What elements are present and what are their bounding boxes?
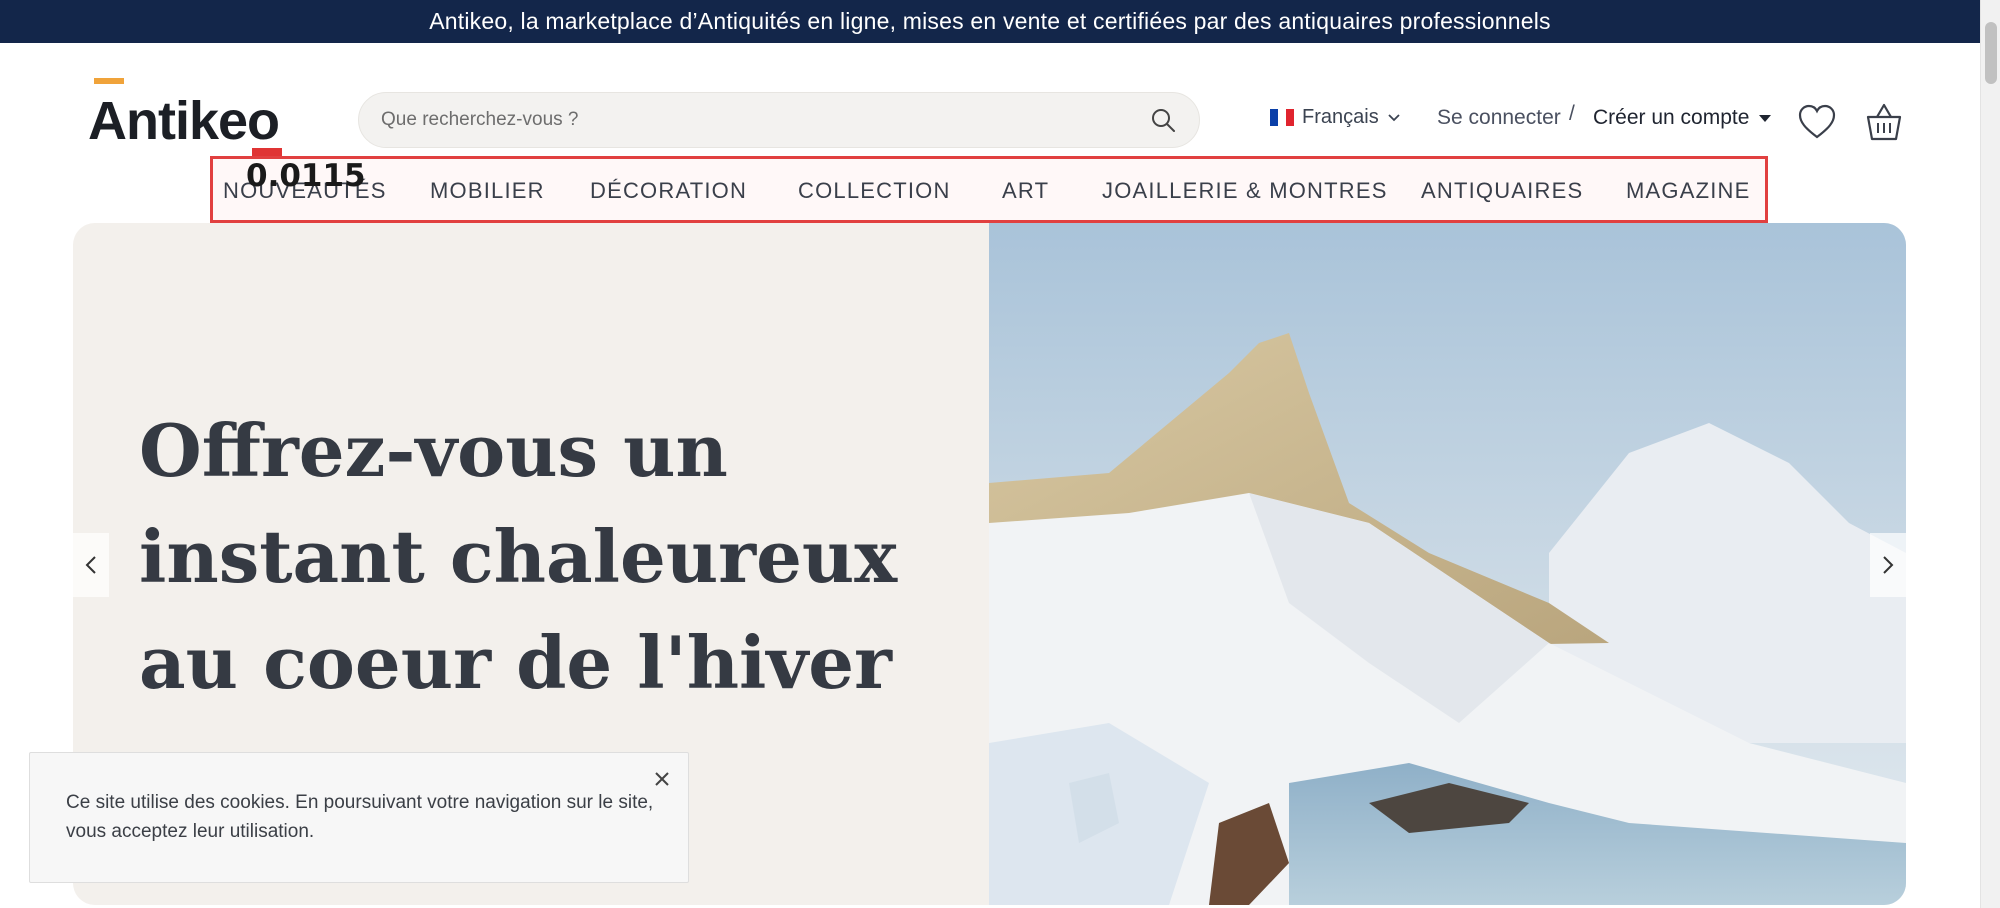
carousel-next-button[interactable]: [1870, 533, 1906, 597]
signup-label: Créer un compte: [1593, 106, 1750, 129]
caret-down-icon: [1759, 114, 1772, 122]
search-input[interactable]: [381, 109, 1149, 131]
header-separator: /: [1569, 102, 1575, 125]
cookie-message: Ce site utilise des cookies. En poursuiv…: [66, 792, 654, 842]
main-navigation: NOUVEAUTÉS MOBILIER DÉCORATION COLLECTIO…: [210, 156, 1768, 223]
carousel-prev-button[interactable]: [73, 533, 109, 597]
hero-painting: [989, 223, 1906, 905]
close-icon[interactable]: [650, 767, 674, 791]
chevron-right-icon: [1883, 556, 1894, 574]
nav-item-decoration[interactable]: DÉCORATION: [590, 178, 747, 204]
france-flag-icon: [1270, 109, 1294, 126]
language-selector[interactable]: Français: [1270, 106, 1401, 129]
nav-item-magazine[interactable]: MAGAZINE: [1626, 178, 1751, 204]
basket-icon[interactable]: [1864, 101, 1904, 143]
page-scrollbar[interactable]: [1980, 0, 2000, 908]
overlay-score: 0.0115: [246, 158, 366, 194]
nav-item-art[interactable]: ART: [1002, 178, 1049, 204]
chevron-down-icon: [1388, 113, 1400, 121]
logo[interactable]: Antikeo: [88, 78, 288, 156]
heart-icon[interactable]: [1797, 103, 1837, 141]
signup-link[interactable]: Créer un compte: [1593, 106, 1772, 130]
logo-text: Antikeo: [88, 91, 280, 151]
nav-item-collection[interactable]: COLLECTION: [798, 178, 951, 204]
nav-item-antiquaires[interactable]: ANTIQUAIRES: [1421, 178, 1583, 204]
cookie-banner: Ce site utilise des cookies. En poursuiv…: [29, 752, 689, 883]
search-icon[interactable]: [1149, 106, 1177, 134]
announcement-bar: Antikeo, la marketplace d’Antiquités en …: [0, 0, 1980, 43]
logo-accent: [94, 78, 124, 84]
scrollbar-thumb[interactable]: [1985, 22, 1997, 84]
nav-item-mobilier[interactable]: MOBILIER: [430, 178, 545, 204]
logo-accent-red: [252, 148, 282, 156]
chevron-left-icon: [85, 556, 96, 574]
login-link[interactable]: Se connecter: [1437, 106, 1561, 130]
language-label: Français: [1302, 106, 1379, 128]
nav-item-joaillerie-montres[interactable]: JOAILLERIE & MONTRES: [1102, 178, 1388, 204]
announcement-text: Antikeo, la marketplace d’Antiquités en …: [429, 8, 1551, 34]
hero-headline: Offrez-vous un instant chaleureux au coe…: [139, 408, 898, 705]
search-bar[interactable]: [358, 92, 1200, 148]
